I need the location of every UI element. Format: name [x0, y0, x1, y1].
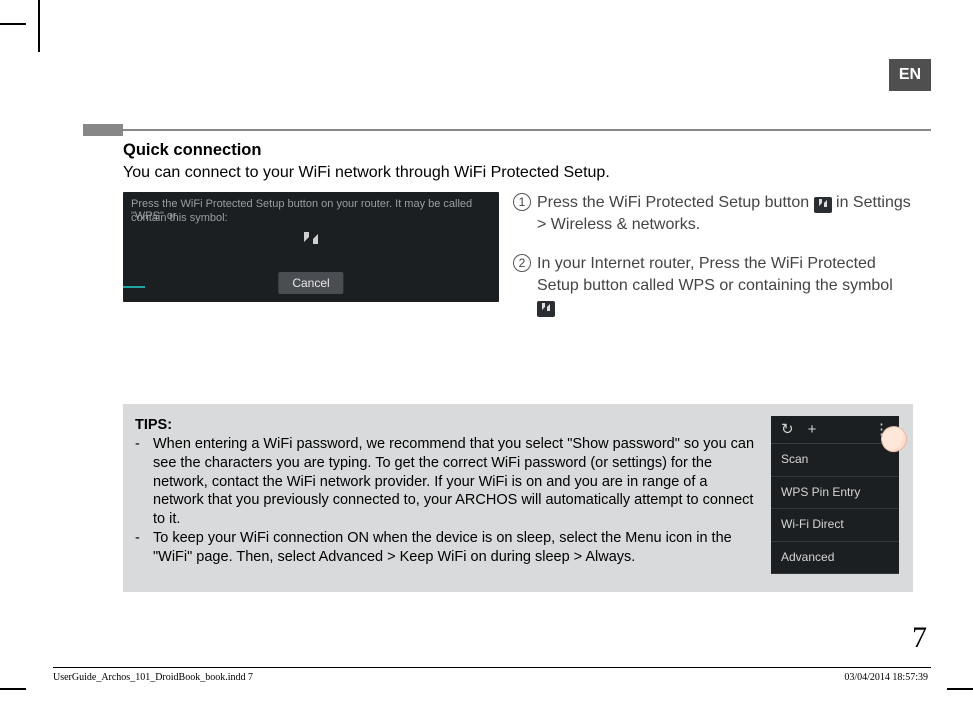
step-2: 2 In your Internet router, Press the WiF… — [513, 253, 913, 318]
main-content: Quick connection You can connect to your… — [123, 141, 913, 336]
print-footer: UserGuide_Archos_101_DroidBook_book.indd… — [53, 672, 928, 683]
progress-indicator — [123, 286, 145, 288]
footer-file: UserGuide_Archos_101_DroidBook_book.indd… — [53, 672, 253, 683]
menu-item-scan[interactable]: Scan — [771, 444, 899, 477]
add-icon[interactable]: + — [808, 420, 817, 440]
tip-2: - To keep your WiFi connection ON when t… — [135, 529, 761, 567]
page-number: 7 — [912, 621, 927, 655]
step-number-1: 1 — [513, 193, 531, 211]
dialog-text: contain this symbol: — [131, 212, 228, 224]
cancel-button[interactable]: Cancel — [278, 272, 343, 294]
bullet-dash: - — [135, 435, 143, 529]
section-rule — [83, 129, 931, 131]
tip-1: - When entering a WiFi password, we reco… — [135, 435, 761, 529]
step-1: 1 Press the WiFi Protected Setup button … — [513, 192, 913, 235]
tip-2-text: To keep your WiFi connection ON when the… — [153, 529, 761, 567]
crop-mark — [38, 0, 40, 52]
step-1-text: Press the WiFi Protected Setup button in… — [537, 192, 913, 235]
footer-timestamp: 03/04/2014 18:57:39 — [844, 672, 928, 683]
intro-text: You can connect to your WiFi network thr… — [123, 164, 913, 182]
crop-mark — [0, 23, 26, 25]
tips-box: TIPS: - When entering a WiFi password, w… — [123, 404, 913, 592]
step-number-2: 2 — [513, 254, 531, 272]
step-2a: In your Internet router, Press the WiFi … — [537, 255, 893, 294]
wps-icon — [537, 301, 555, 317]
crop-mark — [0, 688, 26, 690]
wps-row: Press the WiFi Protected Setup button on… — [123, 192, 913, 336]
menu-item-advanced[interactable]: Advanced — [771, 542, 899, 575]
page-area: EN Quick connection You can connect to y… — [53, 59, 931, 668]
wps-icon — [814, 197, 832, 213]
wps-icon — [300, 228, 322, 251]
bullet-dash: - — [135, 529, 143, 567]
menu-item-wps-pin[interactable]: WPS Pin Entry — [771, 477, 899, 510]
wps-dialog-screenshot: Press the WiFi Protected Setup button on… — [123, 192, 499, 302]
tips-text: TIPS: - When entering a WiFi password, w… — [135, 416, 761, 574]
wifi-menu-screenshot: ↻ + ⋮ Scan WPS Pin Entry Wi-Fi Direct Ad… — [771, 416, 899, 574]
section-heading: Quick connection — [123, 141, 913, 160]
crop-mark — [947, 688, 973, 690]
tips-label: TIPS: — [135, 416, 761, 435]
step-2-text: In your Internet router, Press the WiFi … — [537, 253, 913, 318]
step-1a: Press the WiFi Protected Setup button — [537, 194, 814, 211]
language-tab: EN — [889, 59, 931, 91]
tip-1-text: When entering a WiFi password, we recomm… — [153, 435, 761, 529]
refresh-icon[interactable]: ↻ — [781, 420, 794, 440]
menu-item-wifi-direct[interactable]: Wi-Fi Direct — [771, 509, 899, 542]
steps-list: 1 Press the WiFi Protected Setup button … — [513, 192, 913, 336]
